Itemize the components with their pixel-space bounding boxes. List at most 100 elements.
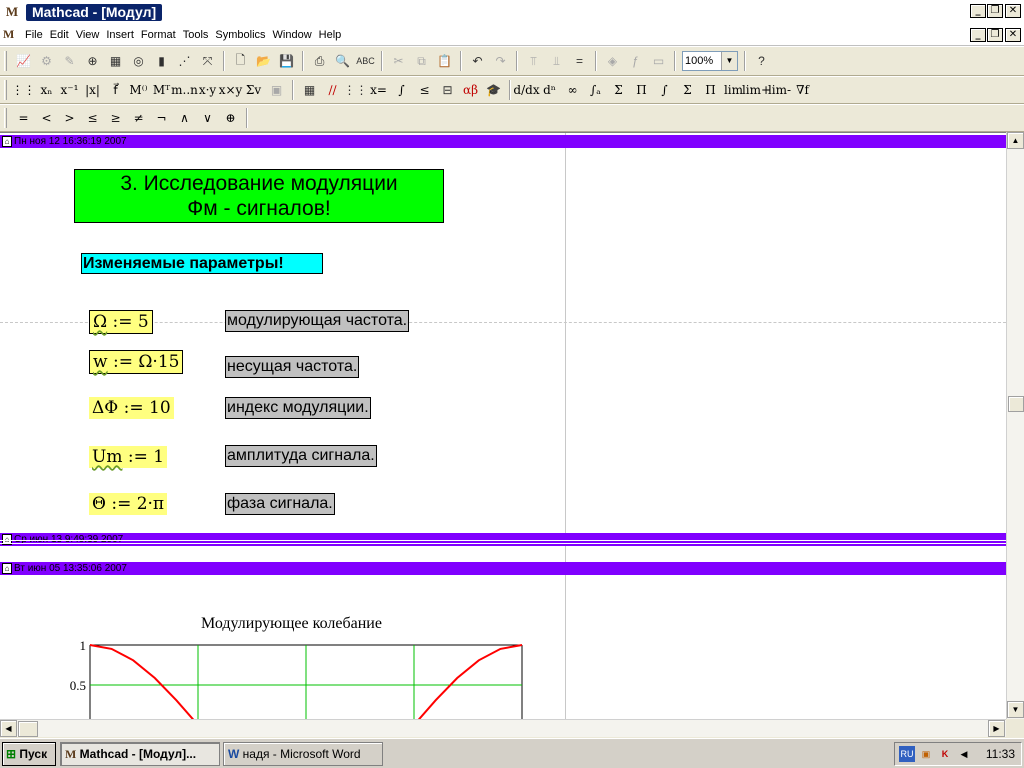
tray-volume-icon[interactable]: ◀ — [956, 746, 972, 762]
definition-w[interactable]: w := Ω·15 — [89, 350, 184, 374]
range-icon[interactable]: m..n — [171, 79, 198, 101]
start-button[interactable]: ⊞ Пуск — [2, 742, 56, 766]
align-down-icon[interactable]: ⫫ — [545, 50, 568, 72]
area-bar-1[interactable]: ⌂ Пн ноя 12 16:36:19 2007 — [0, 135, 1006, 148]
definite-integral-icon[interactable]: ∫ₐ — [584, 79, 607, 101]
definition-omega[interactable]: Ω := 5 — [89, 310, 153, 334]
greek-toggle-icon[interactable]: αβ — [459, 79, 482, 101]
restore-button[interactable]: ❐ — [987, 4, 1003, 18]
modulating-plot[interactable]: 10.5 — [0, 633, 560, 719]
calculus-toggle-icon[interactable]: ∫ — [390, 79, 413, 101]
superscript-icon[interactable]: M⁽⁾ — [127, 79, 150, 101]
vector-palette-icon[interactable]: ⚙ — [35, 50, 58, 72]
op-and-button[interactable]: ∧ — [173, 107, 196, 129]
definition-theta[interactable]: Θ := 2·π — [89, 493, 168, 515]
description-text[interactable]: модулирующая частота. — [225, 310, 410, 332]
undo-icon[interactable]: ↶ — [466, 50, 489, 72]
scroll-left-button[interactable]: ◀ — [0, 720, 17, 737]
op-or-button[interactable]: ∨ — [196, 107, 219, 129]
indefinite-integral-icon[interactable]: ∫ — [653, 79, 676, 101]
description-text[interactable]: фаза сигнала. — [225, 493, 335, 515]
toolbar-grip[interactable] — [4, 80, 7, 100]
help-icon[interactable]: ? — [750, 50, 773, 72]
print-icon[interactable]: ⎙ — [308, 50, 331, 72]
task-word[interactable]: W надя - Microsoft Word — [223, 742, 383, 766]
vectorize-icon[interactable]: f⃗ — [104, 79, 127, 101]
dot-product-icon[interactable]: x·y — [196, 79, 219, 101]
nth-derivative-icon[interactable]: dⁿ — [538, 79, 561, 101]
scroll-right-button[interactable]: ▶ — [988, 720, 1005, 737]
scroll-up-button[interactable]: ▲ — [1007, 132, 1024, 149]
evaluation-toggle-icon[interactable]: x= — [367, 79, 390, 101]
op-xor-button[interactable]: ⊕ — [219, 107, 242, 129]
lock-icon[interactable]: ⌂ — [2, 563, 12, 574]
toolbar-grip[interactable] — [4, 51, 7, 71]
task-mathcad[interactable]: M Mathcad - [Модул]... — [60, 742, 220, 766]
symbolic-toggle-icon[interactable]: 🎓 — [482, 79, 505, 101]
scatter-plot-icon[interactable]: ⋰ — [173, 50, 196, 72]
op-not-equal-button[interactable]: ≠ — [127, 107, 150, 129]
inverse-icon[interactable]: x⁻¹ — [58, 79, 81, 101]
boolean-toggle-icon[interactable]: ≤ — [413, 79, 436, 101]
menu-item-window[interactable]: Window — [272, 27, 318, 43]
menu-item-tools[interactable]: Tools — [182, 27, 215, 43]
doc-close-button[interactable]: ✕ — [1005, 28, 1021, 42]
tray-network-icon[interactable]: ▣ — [918, 746, 934, 762]
summation-icon[interactable]: Σ — [607, 79, 630, 101]
menu-item-file[interactable]: File — [24, 27, 49, 43]
range-product-icon[interactable]: Π — [699, 79, 722, 101]
surface-plot-icon[interactable]: ▦ — [104, 50, 127, 72]
lock-icon[interactable]: ⌂ — [2, 534, 12, 545]
limit-left-icon[interactable]: lim- — [768, 79, 791, 101]
toolbar-grip[interactable] — [4, 108, 7, 128]
calculate-icon[interactable]: = — [568, 50, 591, 72]
matrix-icon[interactable]: ⋮⋮ — [12, 79, 36, 101]
cut-icon[interactable]: ✂ — [387, 50, 410, 72]
transpose-icon[interactable]: Mᵀ — [150, 79, 173, 101]
minimize-button[interactable]: _ — [970, 4, 986, 18]
programming-toggle-icon[interactable]: ⊟ — [436, 79, 459, 101]
copy-icon[interactable]: ⧉ — [410, 50, 433, 72]
redo-icon[interactable]: ↷ — [489, 50, 512, 72]
scroll-down-button[interactable]: ▼ — [1007, 701, 1024, 718]
graph-palette-icon[interactable]: 📈 — [12, 50, 35, 72]
menu-item-symbolics[interactable]: Symbolics — [214, 27, 271, 43]
vector-field-icon[interactable]: ⤧ — [196, 50, 219, 72]
vertical-scrollbar[interactable]: ▲ ▼ — [1006, 132, 1024, 719]
save-icon[interactable]: 💾 — [275, 50, 298, 72]
bar-plot-icon[interactable]: ▮ — [150, 50, 173, 72]
align-top-icon[interactable]: ⫪ — [522, 50, 545, 72]
op-not-button[interactable]: ¬ — [150, 107, 173, 129]
print-preview-icon[interactable]: 🔍 — [331, 50, 354, 72]
doc-minimize-button[interactable]: _ — [970, 28, 986, 42]
op-greater-button[interactable]: > — [58, 107, 81, 129]
menu-item-format[interactable]: Format — [140, 27, 182, 43]
menu-item-edit[interactable]: Edit — [49, 27, 75, 43]
menu-item-view[interactable]: View — [75, 27, 106, 43]
infinity-icon[interactable]: ∞ — [561, 79, 584, 101]
insert-unit-icon[interactable]: ▭ — [647, 50, 670, 72]
params-label[interactable]: Изменяемые параметры! — [81, 253, 323, 274]
scroll-thumb[interactable] — [18, 721, 38, 737]
cross-product-icon[interactable]: x×y — [219, 79, 243, 101]
paste-icon[interactable]: 📋 — [433, 50, 456, 72]
scroll-thumb[interactable] — [1008, 396, 1024, 412]
area-bar-2[interactable]: ⌂ Ср июн 13 9:49:39 2007 — [0, 533, 1006, 546]
tray-antivirus-icon[interactable]: K — [937, 746, 953, 762]
open-folder-icon[interactable]: 📂 — [252, 50, 275, 72]
calculus-palette-icon[interactable]: ✎ — [58, 50, 81, 72]
picture-icon[interactable]: ▣ — [265, 79, 288, 101]
close-button[interactable]: ✕ — [1005, 4, 1021, 18]
graph-toggle-icon[interactable]: ∕∕ — [321, 79, 344, 101]
zoom-select[interactable]: 100% ▼ — [682, 51, 738, 71]
limit-right-icon[interactable]: lim+ — [742, 79, 771, 101]
description-text[interactable]: индекс модуляции. — [225, 397, 371, 419]
worksheet[interactable]: ⌂ Пн ноя 12 16:36:19 2007 3. Исследовани… — [0, 132, 1006, 719]
document-icon[interactable]: M — [3, 27, 19, 43]
mathcad-app-icon[interactable]: M — [4, 4, 20, 20]
description-text[interactable]: амплитуда сигнала. — [225, 445, 377, 467]
range-sum-icon[interactable]: Σ — [676, 79, 699, 101]
product-icon[interactable]: Π — [630, 79, 653, 101]
language-indicator[interactable]: RU — [899, 746, 915, 762]
section-heading[interactable]: 3. Исследование модуляции Фм - сигналов! — [74, 169, 444, 223]
